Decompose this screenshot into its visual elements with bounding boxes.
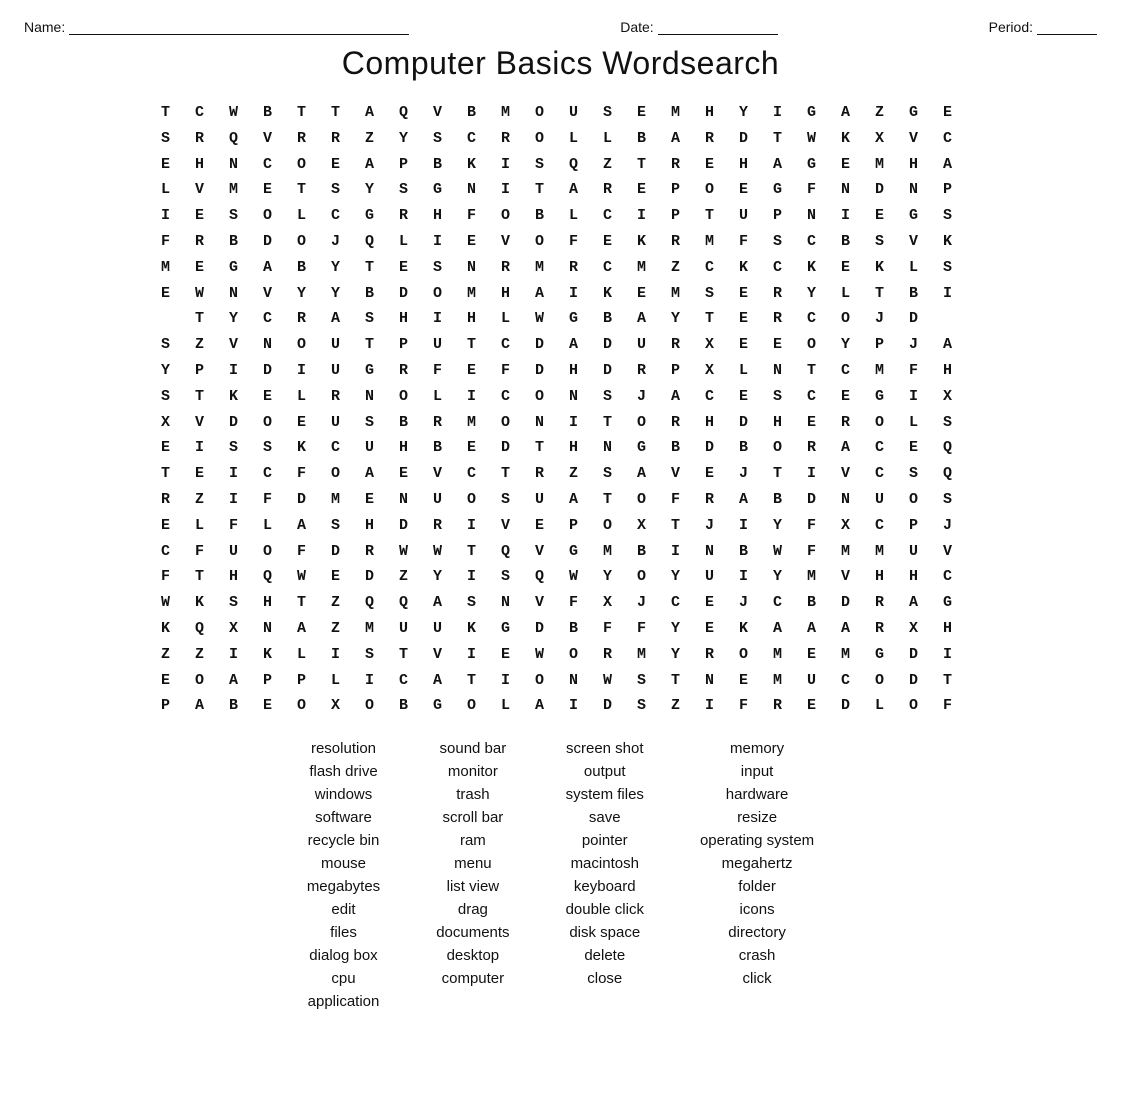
word-list-row: editdragdouble clickicons <box>279 898 842 921</box>
grid-row: E I S S K C U H B E D T H N G B D B O R … <box>161 435 960 461</box>
word-list-item: icons <box>672 898 842 921</box>
word-list-item: flash drive <box>279 760 408 783</box>
word-list-item: cpu <box>279 967 408 990</box>
word-list-item: folder <box>672 875 842 898</box>
word-search-grid: T C W B T T A Q V B M O U S E M H Y I G … <box>24 100 1097 719</box>
word-list-item: edit <box>279 898 408 921</box>
grid-row: T C W B T T A Q V B M O U S E M H Y I G … <box>161 100 960 126</box>
grid-row: K Q X N A Z M U U K G D B F F Y E K A A … <box>161 616 960 642</box>
word-list-item: files <box>279 921 408 944</box>
word-list-row: resolutionsound barscreen shotmemory <box>279 737 842 760</box>
word-list-row: megabyteslist viewkeyboardfolder <box>279 875 842 898</box>
word-list-item: pointer <box>538 829 672 852</box>
grid-row: S R Q V R R Z Y S C R O L L B A R D T W … <box>161 126 960 152</box>
word-list-item <box>408 990 537 1013</box>
word-list-item: application <box>279 990 408 1013</box>
period-underline <box>1037 18 1097 35</box>
grid-row: L V M E T S Y S G N I T A R E P O E G F … <box>161 177 960 203</box>
word-list-row: flash drivemonitoroutputinput <box>279 760 842 783</box>
word-list-item: ram <box>408 829 537 852</box>
word-list-item: output <box>538 760 672 783</box>
period-label: Period: <box>989 19 1033 35</box>
name-underline <box>69 18 409 35</box>
grid-row: F R B D O J Q L I E V O F E K R M F S C … <box>161 229 960 255</box>
grid-row: F T H Q W E D Z Y I S Q W Y O Y U I Y M … <box>161 564 960 590</box>
word-list-item: memory <box>672 737 842 760</box>
word-list-row: windowstrashsystem fileshardware <box>279 783 842 806</box>
grid-row: T Y C R A S H I H L W G B A Y T E R C O … <box>161 306 960 332</box>
word-list-item: recycle bin <box>279 829 408 852</box>
date-field: Date: <box>620 18 777 35</box>
grid-row: P A B E O X O B G O L A I D S Z I F R E … <box>161 693 960 719</box>
word-list-item <box>672 990 842 1013</box>
word-list-item: scroll bar <box>408 806 537 829</box>
word-list-item: megahertz <box>672 852 842 875</box>
grid-row: X V D O E U S B R M O N I T O R H D H E … <box>161 410 960 436</box>
name-field: Name: <box>24 18 409 35</box>
word-list-item: crash <box>672 944 842 967</box>
word-list-item: macintosh <box>538 852 672 875</box>
header-bar: Name: Date: Period: <box>24 18 1097 35</box>
word-list-row: softwarescroll barsaveresize <box>279 806 842 829</box>
word-list-item: hardware <box>672 783 842 806</box>
grid-row: I E S O L C G R H F O B L C I P T U P N … <box>161 203 960 229</box>
word-list-table: resolutionsound barscreen shotmemoryflas… <box>279 737 842 1013</box>
grid-row: S Z V N O U T P U T C D A D U R X E E O … <box>161 332 960 358</box>
page-title: Computer Basics Wordsearch <box>24 45 1097 82</box>
grid-row: S T K E L R N O L I C O N S J A C E S C … <box>161 384 960 410</box>
grid-row: Y P I D I U G R F E F D H D R P X L N T … <box>161 358 960 384</box>
grid-row: Z Z I K L I S T V I E W O R M Y R O M E … <box>161 642 960 668</box>
word-list-item: drag <box>408 898 537 921</box>
name-label: Name: <box>24 19 65 35</box>
date-underline <box>658 18 778 35</box>
word-list-item: windows <box>279 783 408 806</box>
word-list-item: mouse <box>279 852 408 875</box>
word-list-item: system files <box>538 783 672 806</box>
word-list-item: directory <box>672 921 842 944</box>
word-list-item: menu <box>408 852 537 875</box>
word-list-item: resize <box>672 806 842 829</box>
word-list-item: click <box>672 967 842 990</box>
word-list-item: delete <box>538 944 672 967</box>
word-list-item: monitor <box>408 760 537 783</box>
word-list-item: list view <box>408 875 537 898</box>
grid-row: T E I C F O A E V C T R Z S A V E J T I … <box>161 461 960 487</box>
grid-content: T C W B T T A Q V B M O U S E M H Y I G … <box>161 100 960 719</box>
word-list-item: software <box>279 806 408 829</box>
grid-row: M E G A B Y T E S N R M R C M Z C K C K … <box>161 255 960 281</box>
grid-row: E L F L A S H D R I V E P O X T J I Y F … <box>161 513 960 539</box>
word-list-item: screen shot <box>538 737 672 760</box>
word-list-item: disk space <box>538 921 672 944</box>
word-list-item: keyboard <box>538 875 672 898</box>
word-list-item: save <box>538 806 672 829</box>
word-list-item: computer <box>408 967 537 990</box>
grid-row: E W N V Y Y B D O M H A I K E M S E R Y … <box>161 281 960 307</box>
word-list-item: close <box>538 967 672 990</box>
word-list-section: resolutionsound barscreen shotmemoryflas… <box>24 737 1097 1013</box>
grid-row: W K S H T Z Q Q A S N V F X J C E J C B … <box>161 590 960 616</box>
word-list-row: dialog boxdesktopdeletecrash <box>279 944 842 967</box>
word-list-item: operating system <box>672 829 842 852</box>
word-list-row: filesdocumentsdisk spacedirectory <box>279 921 842 944</box>
word-list-item: resolution <box>279 737 408 760</box>
word-list-item: dialog box <box>279 944 408 967</box>
grid-row: C F U O F D R W W T Q V G M B I N B W F … <box>161 539 960 565</box>
word-list-item: input <box>672 760 842 783</box>
period-field: Period: <box>989 18 1097 35</box>
word-list-item: desktop <box>408 944 537 967</box>
word-list-item: megabytes <box>279 875 408 898</box>
grid-row: R Z I F D M E N U O S U A T O F R A B D … <box>161 487 960 513</box>
word-list-item: trash <box>408 783 537 806</box>
date-label: Date: <box>620 19 653 35</box>
word-list-row: cpucomputercloseclick <box>279 967 842 990</box>
word-list-row: application <box>279 990 842 1013</box>
word-list-item <box>538 990 672 1013</box>
word-list-item: documents <box>408 921 537 944</box>
grid-row: E O A P P L I C A T I O N W S T N E M U … <box>161 668 960 694</box>
word-list-row: recycle binrampointeroperating system <box>279 829 842 852</box>
word-list-item: sound bar <box>408 737 537 760</box>
word-list-row: mousemenumacintoshmegahertz <box>279 852 842 875</box>
word-list-item: double click <box>538 898 672 921</box>
grid-row: E H N C O E A P B K I S Q Z T R E H A G … <box>161 152 960 178</box>
